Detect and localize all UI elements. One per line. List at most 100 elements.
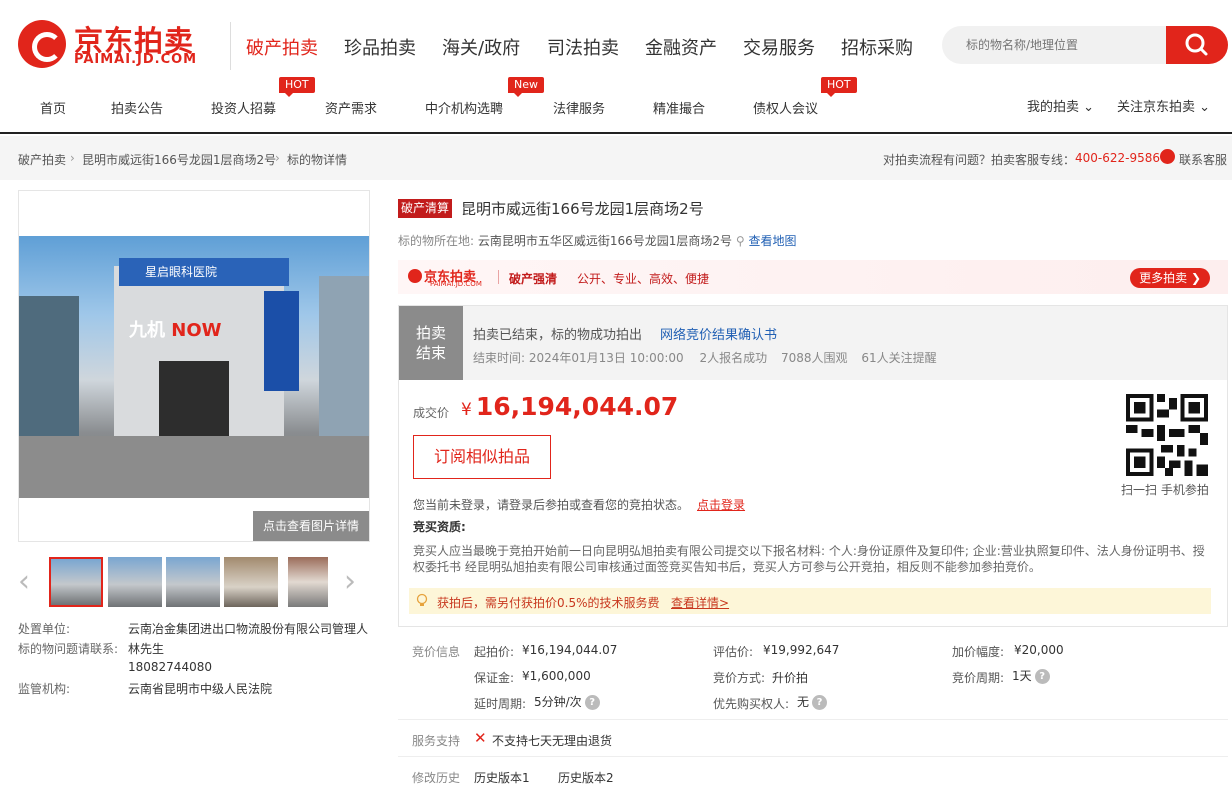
auction-status-bar: 拍卖 结束 拍卖已结束，标的物成功拍出 网络竞价结果确认书 结束时间: 2024年…: [399, 306, 1227, 380]
search-input[interactable]: [966, 36, 1156, 54]
qr-caption: 扫一扫 手机参拍: [1121, 483, 1209, 497]
photo-store-prefix: 九机: [129, 320, 165, 341]
priority-value-text: 无: [797, 695, 810, 709]
top-nav-judicial[interactable]: 司法拍卖: [547, 34, 619, 60]
thumbnail-strip: ‹ ›: [18, 553, 370, 611]
history-version-link[interactable]: 历史版本2: [558, 769, 614, 786]
item-title: 昆明市威远街166号龙园1层商场2号: [461, 200, 704, 218]
top-nav-bankruptcy[interactable]: 破产拍卖: [246, 34, 318, 60]
eval-price-value: ¥19,992,647: [763, 643, 840, 657]
contact-label: 标的物问题请联系:: [18, 642, 119, 656]
sub-nav-demand[interactable]: 资产需求: [325, 98, 377, 117]
hot-badge: HOT: [821, 77, 857, 97]
breadcrumb-item[interactable]: 破产拍卖: [18, 151, 66, 168]
thumbnail[interactable]: [166, 557, 220, 607]
service-fee-detail-link[interactable]: 查看详情>: [671, 594, 729, 611]
chevron-down-icon: ⌄: [1083, 100, 1095, 115]
help-icon[interactable]: ?: [1034, 669, 1050, 684]
photo-building-right: [319, 276, 369, 436]
auction-ended-badge: 拍卖 结束: [399, 306, 463, 380]
end-time: 结束时间: 2024年01月13日 10:00:00: [473, 351, 684, 365]
follow-label: 关注京东拍卖: [1117, 100, 1196, 115]
sub-nav-investor[interactable]: 投资人招募: [211, 98, 276, 117]
top-nav-financial[interactable]: 金融资产: [645, 34, 717, 60]
follow-menu[interactable]: 关注京东拍卖 ⌄: [1117, 96, 1210, 115]
thumbnail[interactable]: [224, 557, 278, 607]
status-message: 拍卖已结束，标的物成功拍出: [473, 328, 643, 343]
method-label: 竞价方式:: [713, 671, 766, 685]
top-nav-customs[interactable]: 海关/政府: [442, 34, 520, 60]
header-divider: [230, 22, 231, 70]
contact-name: 林先生: [128, 642, 165, 656]
view-map-link[interactable]: 查看地图: [749, 234, 797, 248]
main-image[interactable]: 星启眼科医院 九机 NOW 点击查看图片详情: [18, 190, 370, 542]
subscribe-similar-button[interactable]: 订阅相似拍品: [413, 435, 551, 479]
photo-sign: 星启眼科医院: [119, 258, 289, 286]
status-badge-line1: 拍卖: [415, 324, 446, 342]
top-nav-trade[interactable]: 交易服务: [743, 34, 815, 60]
status-badge-line2: 结束: [415, 344, 446, 362]
promo-banner: 京东拍卖 PAIMAI.JD.COM 破产强清 公开、专业、高效、便捷 更多拍卖…: [398, 260, 1228, 294]
photo-tree: [19, 296, 79, 446]
sub-nav-match[interactable]: 精准撮合: [653, 98, 705, 117]
status-meta: 结束时间: 2024年01月13日 10:00:00 2人报名成功 7088人围…: [473, 349, 937, 366]
hot-badge: HOT: [279, 77, 315, 97]
banner-divider: [498, 270, 499, 284]
bid-info-section-label: 竞价信息: [412, 645, 461, 659]
map-pin-icon: ⚲: [735, 234, 745, 248]
qualification-title: 竞买资质:: [413, 520, 466, 534]
deposit-value: ¥1,600,000: [522, 669, 591, 683]
supervisor-value: 云南省昆明市中级人民法院: [128, 682, 273, 696]
thumbnail[interactable]: [49, 557, 103, 607]
delay-value-text: 5分钟/次: [534, 695, 582, 709]
view-image-detail-button[interactable]: 点击查看图片详情: [253, 511, 369, 541]
disposal-unit-value: 云南冶金集团进出口物流股份有限公司管理人: [128, 622, 369, 636]
more-auctions-button[interactable]: 更多拍卖 ❯: [1130, 268, 1210, 288]
status-text: 拍卖已结束，标的物成功拍出 网络竞价结果确认书: [473, 324, 777, 343]
search-button[interactable]: [1166, 26, 1228, 64]
sub-nav-announcement[interactable]: 拍卖公告: [111, 98, 163, 117]
search-icon: [1185, 33, 1208, 56]
thumbnail[interactable]: [288, 557, 328, 607]
qualification-text: 竞买人应当最晚于竞拍开始前一日向昆明弘旭拍卖有限公司提交以下报名材料: 个人:身…: [413, 544, 1205, 574]
thumbnail[interactable]: [108, 557, 162, 607]
my-auction-label: 我的拍卖: [1027, 100, 1080, 115]
top-nav-tender[interactable]: 招标采购: [841, 34, 913, 60]
chevron-right-icon[interactable]: ›: [344, 567, 366, 597]
deal-price: ¥16,194,044.07: [461, 392, 678, 421]
bankruptcy-badge: 破产清算: [398, 199, 453, 218]
brand-logo[interactable]: 京东拍卖 PAIMAI.JD.COM: [18, 18, 218, 72]
breadcrumb-item[interactable]: 昆明市威远街166号龙园1层商场2号: [82, 151, 276, 168]
help-icon[interactable]: ?: [584, 695, 600, 710]
contact-service-link[interactable]: 联系客服: [1179, 151, 1227, 168]
service-fee-text: 获拍后，需另付获拍价0.5%的技术服务费: [437, 596, 660, 610]
sub-nav-creditor[interactable]: 债权人会议: [753, 98, 818, 117]
service-label: 服务支持: [412, 734, 461, 748]
breadcrumb-bar: 破产拍卖 › 昆明市威远街166号龙园1层商场2号 › 标的物详情 对拍卖流程有…: [0, 136, 1232, 180]
priority-label: 优先购买权人:: [713, 697, 790, 711]
sub-nav-legal[interactable]: 法律服务: [553, 98, 605, 117]
top-nav-treasure[interactable]: 珍品拍卖: [344, 34, 416, 60]
lightbulb-icon: [416, 593, 428, 606]
login-link[interactable]: 点击登录: [697, 498, 745, 512]
sub-nav-home[interactable]: 首页: [40, 98, 66, 117]
increment-value: ¥20,000: [1014, 643, 1064, 657]
photo-store-word: NOW: [171, 320, 222, 341]
start-price-label: 起拍价:: [474, 645, 515, 659]
item-location: 标的物所在地: 云南昆明市五华区威远街166号龙园1层商场2号 ⚲ 查看地图: [398, 232, 797, 249]
chevron-left-icon[interactable]: ‹: [18, 567, 40, 597]
contact-phone: 18082744080: [128, 660, 212, 674]
new-badge: New: [508, 77, 544, 97]
my-auction-menu[interactable]: 我的拍卖 ⌄: [1027, 96, 1094, 115]
location-label: 标的物所在地:: [398, 234, 475, 248]
period-label: 竞价周期:: [952, 671, 1005, 685]
delay-value: 5分钟/次?: [534, 693, 600, 710]
service-value: 不支持七天无理由退货: [492, 734, 613, 748]
sub-nav-agency[interactable]: 中介机构选聘: [425, 98, 503, 117]
help-icon[interactable]: ?: [812, 695, 828, 710]
search-box: [942, 26, 1228, 64]
photo-street: [19, 436, 369, 498]
jd-auction-logo-icon: [408, 269, 422, 283]
history-version-link[interactable]: 历史版本1: [474, 769, 530, 786]
result-confirmation-link[interactable]: 网络竞价结果确认书: [660, 328, 777, 343]
